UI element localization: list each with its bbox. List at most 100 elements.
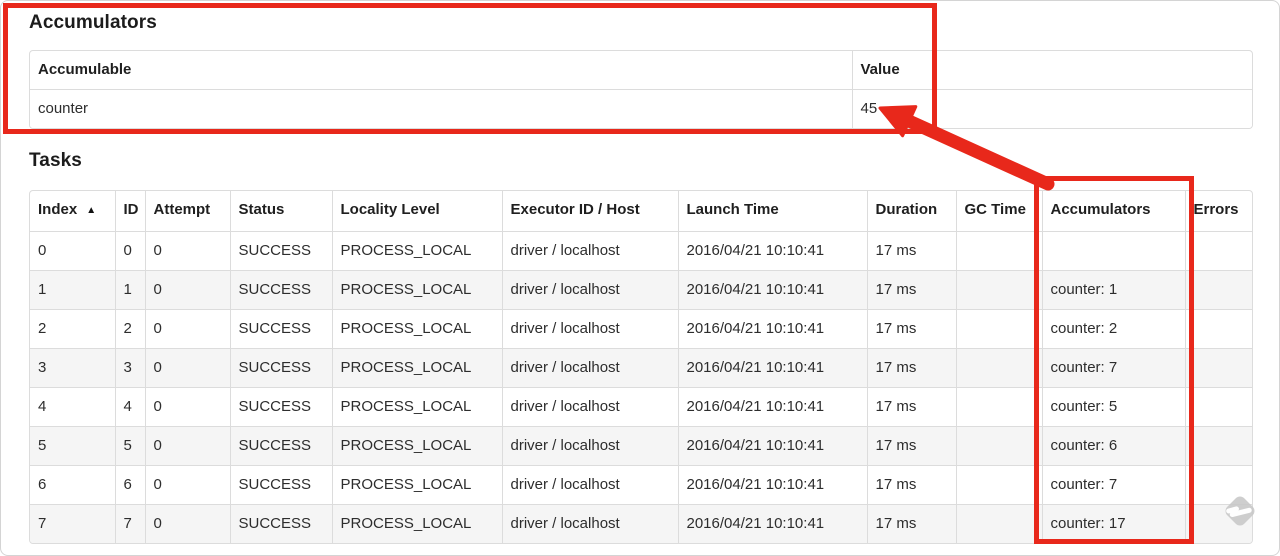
- task-gc-time-cell: [956, 231, 1043, 271]
- accumulators-column-header[interactable]: Accumulators: [1042, 191, 1186, 232]
- locality-level-column-header-label: Locality Level: [340, 201, 440, 218]
- task-status-cell: SUCCESS: [230, 270, 333, 310]
- spark-ui-stage-page: Accumulators Accumulable Value counter 4…: [0, 0, 1280, 556]
- task-launch-time-cell: 2016/04/21 10:10:41: [678, 270, 868, 310]
- accumulator-value-cell: 45: [860, 100, 878, 117]
- task-launch-time-cell: 2016/04/21 10:10:41: [678, 426, 868, 466]
- value-column-header: Value: [852, 51, 1252, 90]
- value-column-header-label: Value: [860, 61, 900, 78]
- accumulators-column-header-label: Accumulators: [1050, 201, 1151, 218]
- accumulators-section-title: Accumulators: [29, 12, 157, 33]
- task-errors-cell: [1185, 426, 1252, 466]
- task-locality-level-cell: PROCESS_LOCAL: [332, 465, 503, 505]
- duration-column-header-label: Duration: [875, 201, 938, 218]
- attempt-column-header[interactable]: Attempt: [145, 191, 231, 232]
- sort-ascending-icon: ▲: [86, 205, 97, 216]
- task-locality-level-cell: PROCESS_LOCAL: [332, 387, 503, 427]
- task-duration-cell: 17 ms: [867, 426, 957, 466]
- task-executor-id-host-cell: driver / localhost: [502, 309, 679, 349]
- task-executor-id-host-cell: driver / localhost: [502, 270, 679, 310]
- task-row: 6 6 0 SUCCESS PROCESS_LOCAL driver / loc…: [30, 465, 1252, 505]
- task-gc-time-cell: [956, 309, 1043, 349]
- launch-time-column-header[interactable]: Launch Time: [678, 191, 868, 232]
- task-index-cell: 2: [30, 309, 116, 349]
- task-row: 4 4 0 SUCCESS PROCESS_LOCAL driver / loc…: [30, 387, 1252, 427]
- status-column-header[interactable]: Status: [230, 191, 333, 232]
- task-duration-cell: 17 ms: [867, 504, 957, 543]
- accumulable-cell: counter: [30, 89, 853, 128]
- status-column-header-label: Status: [238, 201, 285, 218]
- task-errors-cell: [1185, 348, 1252, 388]
- task-accumulators-cell: counter: 6: [1042, 426, 1186, 466]
- task-attempt-cell: 0: [145, 504, 231, 543]
- task-duration-cell: 17 ms: [867, 309, 957, 349]
- id-column-header[interactable]: ID: [115, 191, 146, 232]
- gc-time-column-header[interactable]: GC Time: [956, 191, 1043, 232]
- executor-id-host-column-header[interactable]: Executor ID / Host: [502, 191, 679, 232]
- task-status-cell: SUCCESS: [230, 348, 333, 388]
- task-locality-level-cell: PROCESS_LOCAL: [332, 270, 503, 310]
- task-errors-cell: [1185, 270, 1252, 310]
- task-attempt-cell: 0: [145, 270, 231, 310]
- task-index-cell: 6: [30, 465, 116, 505]
- attempt-column-header-label: Attempt: [153, 201, 211, 218]
- task-locality-level-cell: PROCESS_LOCAL: [332, 231, 503, 271]
- task-id-cell: 1: [115, 270, 146, 310]
- locality-level-column-header[interactable]: Locality Level: [332, 191, 503, 232]
- task-accumulators-cell: counter: 17: [1042, 504, 1186, 543]
- duration-column-header[interactable]: Duration: [867, 191, 957, 232]
- task-duration-cell: 17 ms: [867, 387, 957, 427]
- task-status-cell: SUCCESS: [230, 465, 333, 505]
- task-accumulators-cell: counter: 7: [1042, 465, 1186, 505]
- task-attempt-cell: 0: [145, 426, 231, 466]
- tasks-table: Index ▲ ID Attempt Status Locality Level: [29, 190, 1253, 544]
- launch-time-column-header-label: Launch Time: [686, 201, 779, 218]
- task-index-cell: 5: [30, 426, 116, 466]
- task-launch-time-cell: 2016/04/21 10:10:41: [678, 387, 868, 427]
- id-column-header-label: ID: [123, 201, 139, 218]
- task-accumulators-cell: counter: 2: [1042, 309, 1186, 349]
- task-duration-cell: 17 ms: [867, 348, 957, 388]
- task-executor-id-host-cell: driver / localhost: [502, 426, 679, 466]
- task-row: 5 5 0 SUCCESS PROCESS_LOCAL driver / loc…: [30, 426, 1252, 466]
- task-id-cell: 2: [115, 309, 146, 349]
- task-status-cell: SUCCESS: [230, 309, 333, 349]
- task-executor-id-host-cell: driver / localhost: [502, 231, 679, 271]
- task-attempt-cell: 0: [145, 387, 231, 427]
- task-gc-time-cell: [956, 426, 1043, 466]
- task-row: 3 3 0 SUCCESS PROCESS_LOCAL driver / loc…: [30, 348, 1252, 388]
- task-executor-id-host-cell: driver / localhost: [502, 348, 679, 388]
- task-index-cell: 4: [30, 387, 116, 427]
- index-column-header[interactable]: Index ▲: [30, 191, 116, 232]
- task-launch-time-cell: 2016/04/21 10:10:41: [678, 231, 868, 271]
- task-index-cell: 0: [30, 231, 116, 271]
- task-executor-id-host-cell: driver / localhost: [502, 504, 679, 543]
- task-errors-cell: [1185, 231, 1252, 271]
- task-index-cell: 3: [30, 348, 116, 388]
- task-launch-time-cell: 2016/04/21 10:10:41: [678, 504, 868, 543]
- task-accumulators-cell: [1042, 231, 1186, 271]
- task-status-cell: SUCCESS: [230, 504, 333, 543]
- accumulable-column-header: Accumulable: [30, 51, 853, 90]
- task-launch-time-cell: 2016/04/21 10:10:41: [678, 465, 868, 505]
- accumulators-table: Accumulable Value counter 45: [29, 50, 1253, 129]
- task-id-cell: 0: [115, 231, 146, 271]
- task-locality-level-cell: PROCESS_LOCAL: [332, 348, 503, 388]
- executor-id-host-column-header-label: Executor ID / Host: [510, 201, 640, 218]
- errors-column-header[interactable]: Errors: [1185, 191, 1252, 232]
- task-attempt-cell: 0: [145, 309, 231, 349]
- task-id-cell: 6: [115, 465, 146, 505]
- tasks-table-header-row: Index ▲ ID Attempt Status Locality Level: [30, 191, 1252, 232]
- task-id-cell: 3: [115, 348, 146, 388]
- task-launch-time-cell: 2016/04/21 10:10:41: [678, 309, 868, 349]
- accumulable-column-header-label: Accumulable: [38, 61, 132, 78]
- task-row: 0 0 0 SUCCESS PROCESS_LOCAL driver / loc…: [30, 231, 1252, 271]
- task-errors-cell: [1185, 387, 1252, 427]
- accumulators-table-header-row: Accumulable Value: [30, 51, 1252, 90]
- index-column-header-label: Index: [38, 201, 78, 218]
- task-locality-level-cell: PROCESS_LOCAL: [332, 504, 503, 543]
- task-gc-time-cell: [956, 504, 1043, 543]
- errors-column-header-label: Errors: [1193, 201, 1239, 218]
- task-status-cell: SUCCESS: [230, 426, 333, 466]
- task-duration-cell: 17 ms: [867, 270, 957, 310]
